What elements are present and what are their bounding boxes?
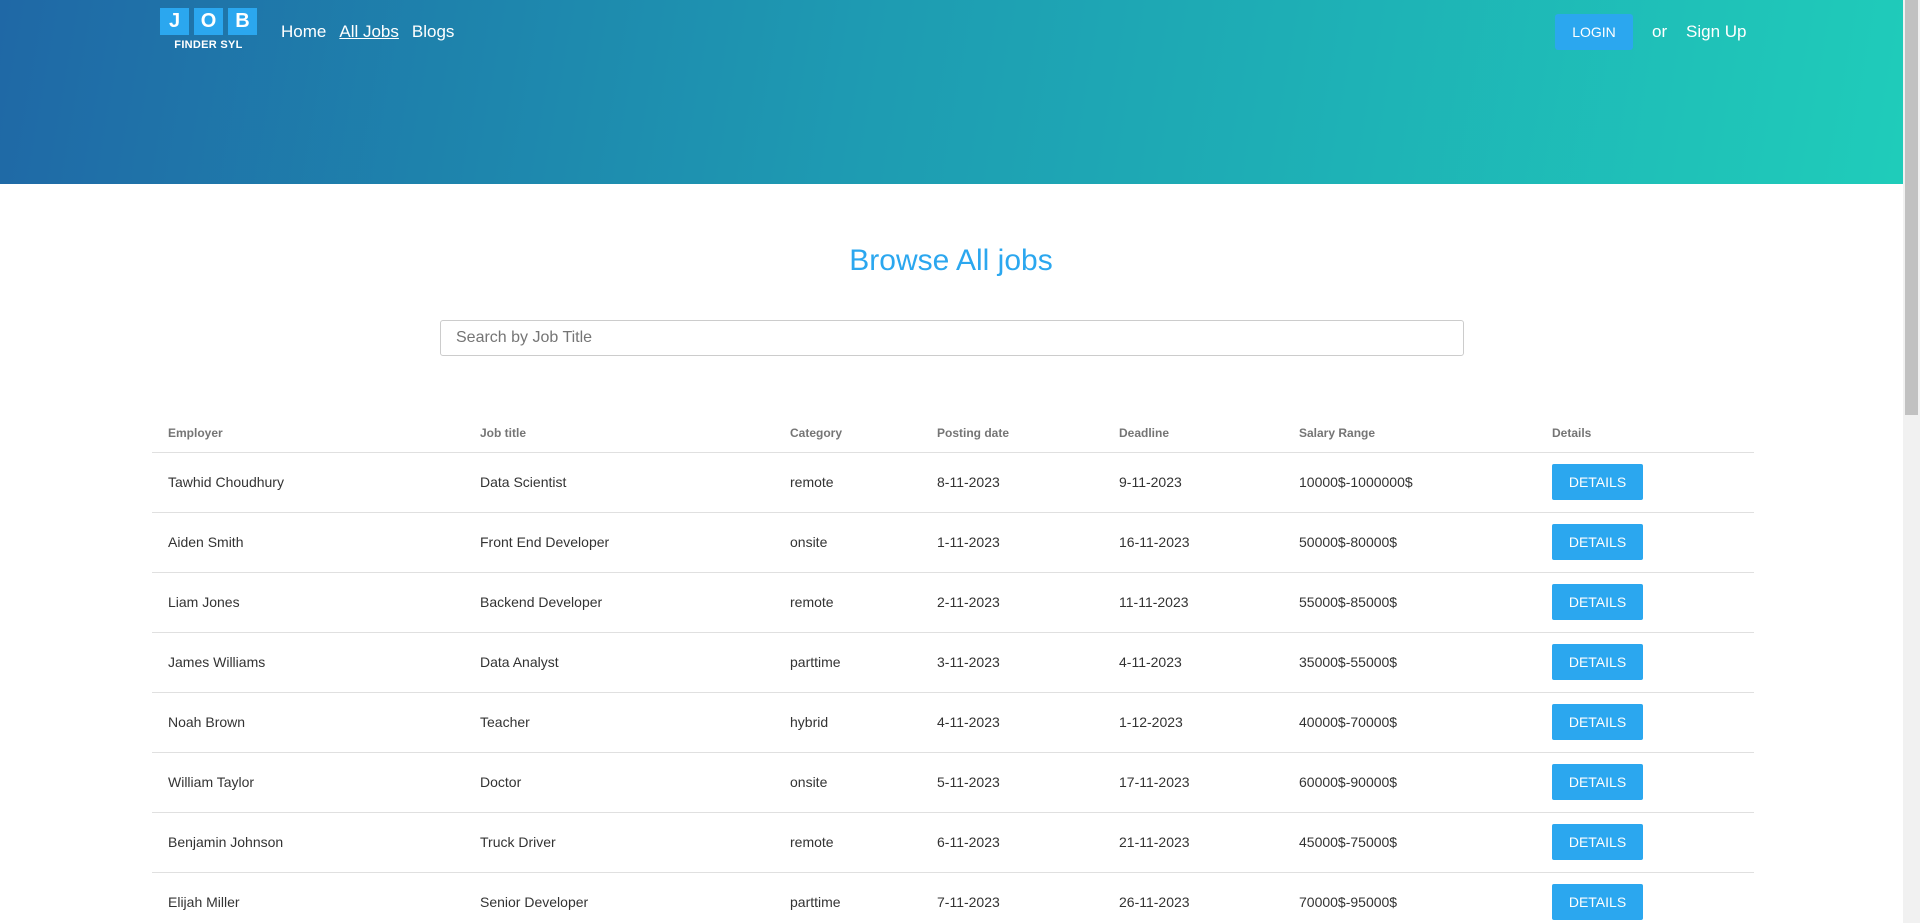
table-header-row: Employer Job title Category Posting date… [152,414,1754,453]
details-button[interactable]: DETAILS [1552,464,1643,500]
details-button[interactable]: DETAILS [1552,884,1643,920]
cell-details: DETAILS [1536,692,1754,753]
cell-details: DETAILS [1536,632,1754,693]
nav-home[interactable]: Home [281,22,326,42]
table-row: Elijah Miller Senior Developer parttime … [152,872,1754,923]
cell-category: onsite [774,752,921,813]
jobs-table: Employer Job title Category Posting date… [152,414,1754,923]
details-button[interactable]: DETAILS [1552,704,1643,740]
cell-posting-date: 7-11-2023 [921,872,1103,923]
header-employer: Employer [152,414,464,453]
cell-deadline: 1-12-2023 [1103,692,1283,753]
cell-posting-date: 1-11-2023 [921,512,1103,573]
cell-category: parttime [774,632,921,693]
cell-details: DETAILS [1536,452,1754,513]
cell-salary-range: 70000$-95000$ [1283,872,1536,923]
cell-posting-date: 6-11-2023 [921,812,1103,873]
cell-employer: William Taylor [152,752,464,813]
logo-letter-j: J [160,8,189,35]
main-nav: Home All Jobs Blogs [281,22,454,42]
nav-all-jobs[interactable]: All Jobs [339,22,399,42]
table-row: Noah Brown Teacher hybrid 4-11-2023 1-12… [152,692,1754,753]
cell-deadline: 9-11-2023 [1103,452,1283,513]
details-button[interactable]: DETAILS [1552,644,1643,680]
cell-posting-date: 3-11-2023 [921,632,1103,693]
cell-salary-range: 45000$-75000$ [1283,812,1536,873]
cell-deadline: 26-11-2023 [1103,872,1283,923]
login-button[interactable]: LOGIN [1555,14,1633,50]
cell-details: DETAILS [1536,752,1754,813]
table-row: Liam Jones Backend Developer remote 2-11… [152,572,1754,633]
cell-salary-range: 55000$-85000$ [1283,572,1536,633]
header-category: Category [774,414,921,453]
cell-category: hybrid [774,692,921,753]
cell-posting-date: 4-11-2023 [921,692,1103,753]
cell-employer: Benjamin Johnson [152,812,464,873]
search-input[interactable] [440,320,1464,356]
signup-link[interactable]: Sign Up [1686,22,1746,42]
cell-salary-range: 50000$-80000$ [1283,512,1536,573]
cell-employer: Liam Jones [152,572,464,633]
cell-deadline: 16-11-2023 [1103,512,1283,573]
cell-category: remote [774,812,921,873]
details-button[interactable]: DETAILS [1552,764,1643,800]
cell-job-title: Doctor [464,752,774,813]
cell-job-title: Truck Driver [464,812,774,873]
cell-category: parttime [774,872,921,923]
cell-deadline: 21-11-2023 [1103,812,1283,873]
cell-deadline: 17-11-2023 [1103,752,1283,813]
cell-employer: Elijah Miller [152,872,464,923]
cell-job-title: Backend Developer [464,572,774,633]
cell-deadline: 11-11-2023 [1103,572,1283,633]
cell-job-title: Teacher [464,692,774,753]
header-deadline: Deadline [1103,414,1283,453]
details-button[interactable]: DETAILS [1552,524,1643,560]
cell-details: DETAILS [1536,812,1754,873]
table-row: William Taylor Doctor onsite 5-11-2023 1… [152,752,1754,813]
cell-category: remote [774,572,921,633]
cell-salary-range: 10000$-1000000$ [1283,452,1536,513]
cell-posting-date: 8-11-2023 [921,452,1103,513]
cell-details: DETAILS [1536,512,1754,573]
cell-job-title: Data Analyst [464,632,774,693]
header-posting-date: Posting date [921,414,1103,453]
cell-category: remote [774,452,921,513]
cell-category: onsite [774,512,921,573]
cell-deadline: 4-11-2023 [1103,632,1283,693]
cell-salary-range: 40000$-70000$ [1283,692,1536,753]
table-row: Benjamin Johnson Truck Driver remote 6-1… [152,812,1754,873]
logo-letters: J O B [160,8,257,35]
cell-salary-range: 35000$-55000$ [1283,632,1536,693]
cell-details: DETAILS [1536,572,1754,633]
cell-job-title: Data Scientist [464,452,774,513]
or-separator: or [1652,22,1668,41]
cell-job-title: Front End Developer [464,512,774,573]
table-row: Aiden Smith Front End Developer onsite 1… [152,512,1754,573]
cell-details: DETAILS [1536,872,1754,923]
cell-posting-date: 2-11-2023 [921,572,1103,633]
cell-employer: Noah Brown [152,692,464,753]
cell-employer: Aiden Smith [152,512,464,573]
cell-posting-date: 5-11-2023 [921,752,1103,813]
details-button[interactable]: DETAILS [1552,584,1643,620]
logo-letter-o: O [194,8,223,35]
table-row: Tawhid Choudhury Data Scientist remote 8… [152,452,1754,513]
site-logo[interactable]: J O B FINDER SYL [160,8,257,51]
cell-job-title: Senior Developer [464,872,774,923]
header-salary-range: Salary Range [1283,414,1536,453]
cell-employer: James Williams [152,632,464,693]
nav-blogs[interactable]: Blogs [412,22,455,42]
logo-letter-b: B [228,8,257,35]
cell-salary-range: 60000$-90000$ [1283,752,1536,813]
page-title: Browse All jobs [849,244,1053,277]
table-row: James Williams Data Analyst parttime 3-1… [152,632,1754,693]
header-details: Details [1536,414,1754,453]
scrollbar-thumb[interactable] [1905,0,1918,415]
vertical-scrollbar[interactable] [1903,0,1920,923]
cell-employer: Tawhid Choudhury [152,452,464,513]
logo-subtitle: FINDER SYL [174,39,243,51]
header-job-title: Job title [464,414,774,453]
details-button[interactable]: DETAILS [1552,824,1643,860]
